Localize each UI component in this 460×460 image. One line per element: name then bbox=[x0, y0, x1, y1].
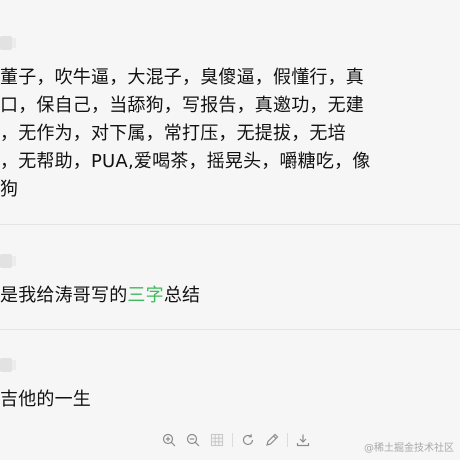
divider bbox=[0, 224, 460, 225]
zoom-out-icon[interactable] bbox=[184, 431, 202, 449]
comment-thread-screenshot: 董子，吹牛逼，大混子，臭傻逼，假懂行，真 口，保自己，当舔狗，写报告，真邀功，无… bbox=[0, 0, 460, 460]
divider bbox=[0, 329, 460, 330]
rotate-icon[interactable] bbox=[239, 431, 257, 449]
avatar[interactable] bbox=[0, 358, 16, 372]
comment-text-line: ，无作为，对下属，常打压，无提拔，无培 bbox=[0, 123, 346, 144]
comment-text-line: 狗 bbox=[0, 179, 19, 200]
comment-text-line: 董子，吹牛逼，大混子，臭傻逼，假懂行，真 bbox=[0, 67, 364, 88]
toolbar-separator bbox=[232, 433, 233, 447]
avatar[interactable] bbox=[0, 254, 16, 268]
comment-text: 总结 bbox=[163, 285, 201, 306]
image-toolbar bbox=[160, 428, 312, 452]
edit-icon[interactable] bbox=[263, 431, 281, 449]
comment-text-line: ，无帮助，PUA,爱喝茶，摇晃头，嚼糖吃，像 bbox=[0, 151, 371, 172]
comment-text-line: 吉他的一生 bbox=[0, 389, 91, 410]
watermark: @稀土掘金技术社区 bbox=[364, 443, 454, 454]
highlighted-keyword[interactable]: 三字 bbox=[127, 285, 163, 306]
download-icon[interactable] bbox=[294, 431, 312, 449]
comment-text: 是我给涛哥写的 bbox=[0, 285, 128, 306]
comment-text-line: 口，保自己，当舔狗，写报告，真邀功，无建 bbox=[0, 95, 364, 116]
grid-icon[interactable] bbox=[208, 431, 226, 449]
toolbar-separator bbox=[287, 433, 288, 447]
comment-text-line: 是我给涛哥写的三字总结 bbox=[0, 284, 200, 308]
zoom-in-icon[interactable] bbox=[160, 431, 178, 449]
avatar[interactable] bbox=[0, 36, 16, 50]
